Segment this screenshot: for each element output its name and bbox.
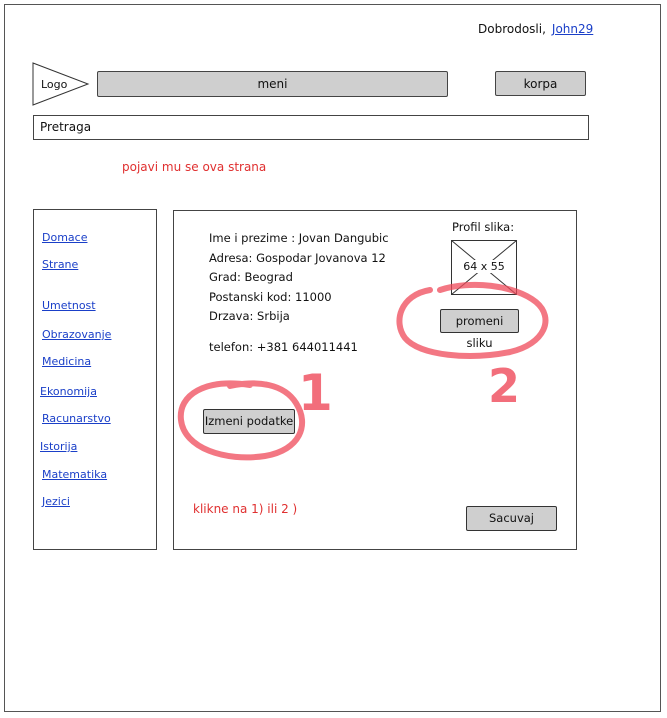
page-note-annotation: pojavi mu se ova strana [122,160,267,174]
profile-photo-label: Profil slika: [452,220,515,234]
sidebar-item-ekonomija[interactable]: Ekonomija [40,385,97,398]
sidebar-item-matematika[interactable]: Matematika [42,468,107,481]
photo-size-text: 64 x 55 [461,260,507,273]
sidebar-item-racunarstvo[interactable]: Racunarstvo [42,412,111,425]
sidebar-item-jezici[interactable]: Jezici [42,495,70,508]
sidebar-item-strane[interactable]: Strane [42,258,78,271]
city-line: Grad: Beograd [209,270,293,284]
sidebar-item-domace[interactable]: Domace [42,231,87,244]
photo-size-label: 64 x 55 [451,260,517,273]
category-sidebar: Domace Strane Umetnost Obrazovanje Medic… [33,209,157,550]
postal-code-line: Postanski kod: 11000 [209,290,332,304]
address-line: Adresa: Gospodar Jovanova 12 [209,251,386,265]
welcome-message: Dobrodosli, John29 [478,22,593,36]
phone-line: telefon: +381 644011441 [209,340,358,354]
sidebar-item-istorija[interactable]: Istorija [40,440,77,453]
edit-data-button[interactable]: Izmeni podatke [203,409,295,434]
search-input[interactable]: Pretraga [33,115,589,140]
save-button[interactable]: Sacuvaj [466,506,557,531]
logo-label: Logo [41,78,68,91]
country-line: Drzava: Srbija [209,309,290,323]
sidebar-item-obrazovanje[interactable]: Obrazovanje [42,328,111,341]
menu-bar[interactable]: meni [97,71,448,97]
sidebar-item-medicina[interactable]: Medicina [42,355,91,368]
click-note-annotation: klikne na 1) ili 2 ) [193,502,298,516]
welcome-text: Dobrodosli, [478,22,546,36]
name-line: Ime i prezime : Jovan Dangubic [209,231,389,245]
username-link[interactable]: John29 [552,22,593,36]
sidebar-item-umetnost[interactable]: Umetnost [42,299,96,312]
change-photo-button[interactable]: promeni sliku [440,309,519,350]
cart-button[interactable]: korpa [495,71,586,96]
